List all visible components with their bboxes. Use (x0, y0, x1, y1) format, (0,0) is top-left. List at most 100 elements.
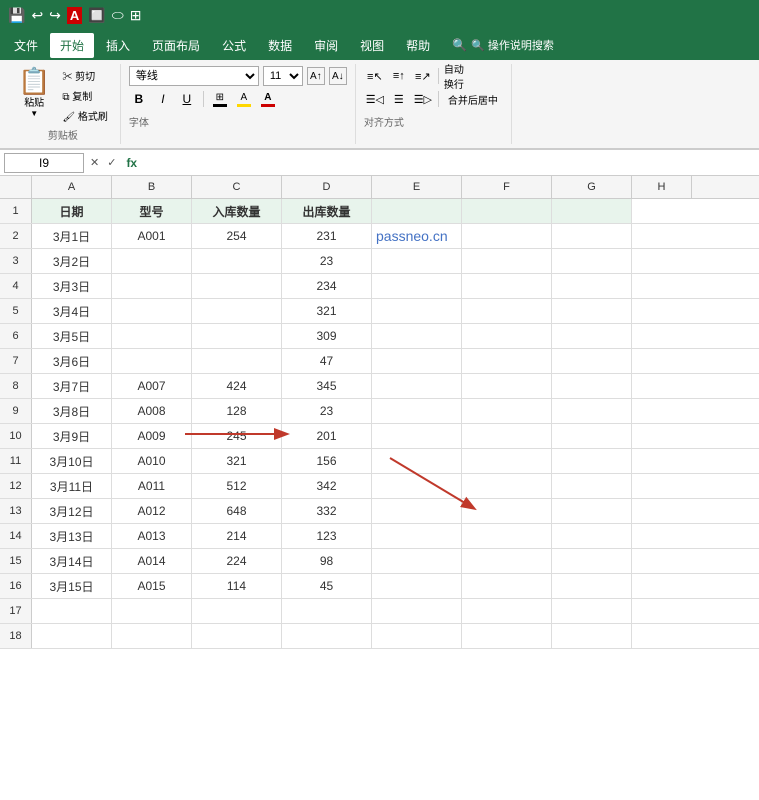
grid-cell[interactable] (462, 349, 552, 373)
grid-cell[interactable] (462, 574, 552, 598)
grid-cell[interactable]: 3月13日 (32, 524, 112, 548)
grid-cell[interactable]: 3月7日 (32, 374, 112, 398)
grid-cell[interactable] (32, 624, 112, 648)
grid-cell[interactable] (462, 274, 552, 298)
row-header[interactable]: 8 (0, 374, 32, 398)
menu-search[interactable]: 🔍 🔍 操作说明搜索 (442, 33, 564, 57)
grid-cell[interactable] (552, 599, 632, 623)
grid-cell[interactable] (112, 624, 192, 648)
formula-confirm-icon[interactable]: ✓ (105, 156, 118, 169)
row-header[interactable]: 14 (0, 524, 32, 548)
grid-cell[interactable] (552, 549, 632, 573)
grid-cell[interactable] (552, 199, 632, 223)
align-top-left-button[interactable]: ≡↖ (364, 66, 386, 86)
grid-cell[interactable] (192, 274, 282, 298)
fill-color-button[interactable]: A (234, 89, 254, 109)
row-header[interactable]: 12 (0, 474, 32, 498)
font-size-decrease-button[interactable]: A↓ (329, 67, 347, 85)
grid-cell[interactable] (32, 599, 112, 623)
grid-cell[interactable] (112, 249, 192, 273)
align-left-button[interactable]: ☰◁ (364, 89, 386, 109)
grid-cell[interactable]: 309 (282, 324, 372, 348)
font-size-select[interactable]: 11 (263, 66, 303, 86)
copy-button[interactable]: ⧉ 复制 (58, 86, 111, 105)
grid-cell[interactable]: 3月12日 (32, 499, 112, 523)
paste-button[interactable]: 📋 粘贴 ▼ (14, 66, 54, 120)
grid-cell[interactable] (192, 299, 282, 323)
grid-cell[interactable] (552, 274, 632, 298)
insert-shape-icon[interactable]: 🔲 (88, 7, 105, 24)
grid-cell[interactable] (372, 199, 462, 223)
grid-cell[interactable]: 156 (282, 449, 372, 473)
grid-cell[interactable]: 3月10日 (32, 449, 112, 473)
grid-cell[interactable] (552, 299, 632, 323)
grid-cell[interactable] (552, 424, 632, 448)
grid-cell[interactable]: A014 (112, 549, 192, 573)
grid-cell[interactable] (462, 474, 552, 498)
grid-cell[interactable]: A010 (112, 449, 192, 473)
grid-cell[interactable] (552, 224, 632, 248)
undo-icon[interactable]: ↩ (31, 7, 43, 24)
grid-cell[interactable]: 234 (282, 274, 372, 298)
grid-cell[interactable] (372, 299, 462, 323)
grid-cell[interactable] (462, 399, 552, 423)
grid-cell[interactable] (552, 249, 632, 273)
grid-cell[interactable]: 114 (192, 574, 282, 598)
grid-cell[interactable] (372, 374, 462, 398)
grid-cell[interactable]: 23 (282, 399, 372, 423)
grid-cell[interactable]: A013 (112, 524, 192, 548)
grid-cell[interactable]: A009 (112, 424, 192, 448)
grid-cell[interactable] (192, 599, 282, 623)
grid-cell[interactable] (192, 624, 282, 648)
col-header-a[interactable]: A (32, 176, 112, 198)
grid-cell[interactable] (552, 374, 632, 398)
grid-cell[interactable]: A008 (112, 399, 192, 423)
grid-cell[interactable]: 342 (282, 474, 372, 498)
grid-cell[interactable]: 424 (192, 374, 282, 398)
grid-cell[interactable] (282, 624, 372, 648)
grid-cell[interactable]: 98 (282, 549, 372, 573)
italic-button[interactable]: I (153, 89, 173, 109)
menu-home[interactable]: 开始 (50, 33, 94, 58)
menu-review[interactable]: 审阅 (304, 33, 348, 58)
format-painter-button[interactable]: 🖌 格式刷 (58, 106, 111, 125)
grid-cell[interactable] (462, 224, 552, 248)
grid-cell[interactable] (112, 349, 192, 373)
grid-cell[interactable] (372, 474, 462, 498)
row-header[interactable]: 4 (0, 274, 32, 298)
grid-cell[interactable]: passneo.cn (372, 224, 462, 248)
grid-cell[interactable] (552, 499, 632, 523)
grid-cell[interactable]: 3月2日 (32, 249, 112, 273)
grid-cell[interactable]: 型号 (112, 199, 192, 223)
formula-input[interactable] (145, 153, 755, 173)
row-header[interactable]: 11 (0, 449, 32, 473)
row-header[interactable]: 2 (0, 224, 32, 248)
grid-cell[interactable]: 3月4日 (32, 299, 112, 323)
grid-cell[interactable]: 3月5日 (32, 324, 112, 348)
grid-cell[interactable]: A001 (112, 224, 192, 248)
grid-cell[interactable]: 245 (192, 424, 282, 448)
row-header[interactable]: 3 (0, 249, 32, 273)
grid-cell[interactable] (552, 574, 632, 598)
row-header[interactable]: 15 (0, 549, 32, 573)
save-icon[interactable]: 💾 (8, 7, 25, 24)
grid-cell[interactable] (192, 324, 282, 348)
grid-cell[interactable]: 224 (192, 549, 282, 573)
font-family-select[interactable]: 等线 (129, 66, 259, 86)
grid-cell[interactable]: 45 (282, 574, 372, 598)
grid-cell[interactable]: 321 (282, 299, 372, 323)
grid-cell[interactable]: A012 (112, 499, 192, 523)
grid-cell[interactable] (462, 249, 552, 273)
grid-cell[interactable]: 254 (192, 224, 282, 248)
cell-reference-input[interactable] (4, 153, 84, 173)
grid-cell[interactable] (462, 549, 552, 573)
grid-cell[interactable] (372, 549, 462, 573)
grid-cell[interactable]: 日期 (32, 199, 112, 223)
grid-cell[interactable] (372, 424, 462, 448)
grid-cell[interactable] (372, 499, 462, 523)
grid-cell[interactable]: 47 (282, 349, 372, 373)
font-color-button[interactable]: A (258, 89, 278, 109)
grid-cell[interactable]: 201 (282, 424, 372, 448)
grid-cell[interactable] (552, 324, 632, 348)
oval-icon[interactable]: ⬭ (112, 7, 124, 24)
